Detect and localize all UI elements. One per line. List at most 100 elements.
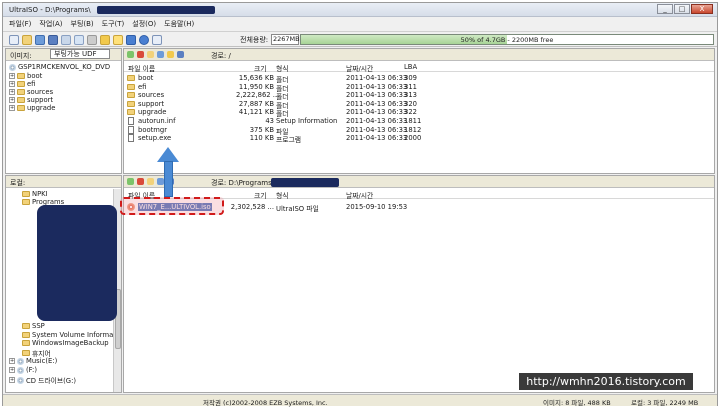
iso-tree-item-label: support xyxy=(27,96,54,104)
new-icon[interactable] xyxy=(9,35,19,45)
local-tree-item[interactable]: System Volume Informa xyxy=(22,331,113,339)
delete-icon[interactable] xyxy=(137,51,144,58)
add-file-icon[interactable] xyxy=(157,51,164,58)
local-add-icon[interactable] xyxy=(157,178,164,185)
expand-icon[interactable]: + xyxy=(9,367,15,373)
arrow-shaft xyxy=(164,161,173,197)
menu-actions[interactable]: 작업(A) xyxy=(39,19,62,29)
expand-icon[interactable]: + xyxy=(9,358,15,364)
table-row[interactable]: autorun.inf 43 Setup Information 2011-04-13… xyxy=(124,117,714,125)
save-as-icon[interactable] xyxy=(48,35,58,45)
local-tree-item[interactable]: + (F:) xyxy=(9,366,37,374)
table-row[interactable]: bootmgr 375 KB 파일 2011-04-13 06:33 1812 xyxy=(124,125,714,136)
extract-to-icon[interactable] xyxy=(167,51,174,58)
folder-icon xyxy=(127,83,135,90)
iso-tree-item[interactable]: + support xyxy=(9,96,53,104)
expand-icon[interactable]: + xyxy=(9,97,15,103)
cell-lba: 309 xyxy=(404,74,417,82)
local-col-size[interactable]: 크기 xyxy=(254,190,267,200)
local-tree-item[interactable]: NPKI xyxy=(22,190,48,198)
iso-tree-root[interactable]: GSP1RMCKENVOL_KO_DVD xyxy=(9,63,110,71)
cell-type: 프로그램 xyxy=(276,136,302,145)
toolbar: 전체용량: 2267MB 50% of 4.7GB - 2200MB free xyxy=(3,31,717,47)
col-lba[interactable]: LBA xyxy=(404,63,417,71)
local-tree-item[interactable]: + CD 드라이브(G:) xyxy=(9,375,76,385)
table-row[interactable]: upgrade 41,121 KB 폴더 2011-04-13 06:33 322 xyxy=(124,108,714,118)
cell-size: 110 KB xyxy=(249,134,274,143)
cell-name: efi xyxy=(138,82,147,91)
local-delete-icon[interactable] xyxy=(137,178,144,185)
about-icon[interactable] xyxy=(152,35,162,45)
properties-icon[interactable] xyxy=(74,35,84,45)
drive-icon xyxy=(17,376,24,384)
menu-file[interactable]: 파일(F) xyxy=(9,19,31,29)
iso-tree-item[interactable]: + efi xyxy=(9,80,35,88)
iso-tree-header: 이미지: 부팅가능 UDF xyxy=(6,49,121,61)
cell-date: 2015-09-10 19:53 xyxy=(346,203,408,211)
expand-icon[interactable]: + xyxy=(9,81,15,87)
folder-icon xyxy=(17,73,25,79)
cell-size: 41,121 KB xyxy=(238,108,274,117)
virtual-drive-icon[interactable] xyxy=(126,35,136,45)
compress-icon[interactable] xyxy=(87,35,97,45)
cell-lba: 1811 xyxy=(404,117,422,125)
local-new-folder-icon[interactable] xyxy=(147,178,154,185)
cell-lba: 311 xyxy=(404,82,417,91)
folder-icon xyxy=(22,340,30,346)
menu-options[interactable]: 설정(O) xyxy=(132,19,156,29)
table-row[interactable]: setup.exe 110 KB 프로그램 2011-04-13 06:33 2000 xyxy=(124,134,714,145)
burn-icon[interactable] xyxy=(100,35,110,45)
view-icon[interactable] xyxy=(177,51,184,58)
expand-icon[interactable]: + xyxy=(9,105,15,111)
save-icon[interactable] xyxy=(35,35,45,45)
menu-bootable[interactable]: 부팅(B) xyxy=(71,19,94,29)
table-row[interactable]: boot 15,636 KB 폴더 2011-04-13 06:33 309 xyxy=(124,74,714,84)
table-row[interactable]: efi 11,950 KB 폴더 2011-04-13 06:33 311 xyxy=(124,82,714,93)
local-col-date[interactable]: 날짜/시간 xyxy=(346,190,373,200)
up-icon[interactable] xyxy=(127,51,134,58)
col-date[interactable]: 날짜/시간 xyxy=(346,63,373,73)
maximize-button[interactable]: □ xyxy=(674,4,690,14)
open-icon[interactable] xyxy=(22,35,32,45)
cell-type: UltraISO 파일 xyxy=(276,205,319,213)
col-type[interactable]: 형식 xyxy=(276,63,289,73)
local-tree-item[interactable]: SSP xyxy=(22,322,45,330)
local-col-type[interactable]: 형식 xyxy=(276,190,289,200)
expand-icon[interactable]: + xyxy=(9,73,15,79)
table-row[interactable]: sources 2,222,862 ... 폴더 2011-04-13 06:33 31… xyxy=(124,91,714,101)
mount-icon[interactable] xyxy=(113,35,123,45)
iso-tree-item[interactable]: + upgrade xyxy=(9,104,55,112)
expand-icon[interactable]: + xyxy=(9,89,15,95)
cell-size: 27,887 KB xyxy=(238,99,274,108)
cell-size: 375 KB xyxy=(249,125,274,134)
local-tree-item[interactable]: + Music(E:) xyxy=(9,357,57,365)
window-title: UltraISO - D:\Programs\ xyxy=(9,6,91,14)
cell-type: Setup Information xyxy=(276,117,338,125)
local-up-icon[interactable] xyxy=(127,178,134,185)
col-name[interactable]: 파일 이름 xyxy=(128,63,155,73)
new-folder-icon[interactable] xyxy=(147,51,154,58)
cell-size: 43 xyxy=(265,117,274,125)
menu-tools[interactable]: 도구(T) xyxy=(102,19,125,29)
cell-name: sources xyxy=(138,91,165,100)
cell-date: 2011-04-13 06:33 xyxy=(346,74,408,82)
expand-icon[interactable]: + xyxy=(9,377,15,383)
col-size[interactable]: 크기 xyxy=(254,63,267,73)
status-bar: 저작권 (c)2002-2008 EZB Systems, Inc. 이미지: … xyxy=(3,394,717,407)
cell-date: 2011-04-13 06:33 xyxy=(346,99,408,108)
minimize-button[interactable]: _ xyxy=(657,4,673,14)
extract-icon[interactable] xyxy=(61,35,71,45)
close-button[interactable]: X xyxy=(691,4,713,14)
local-tree-item[interactable]: WindowsImageBackup xyxy=(22,339,109,347)
cell-name: setup.exe xyxy=(138,134,172,143)
iso-tree-item[interactable]: + boot xyxy=(9,72,42,80)
iso-tree-item[interactable]: + sources xyxy=(9,88,53,96)
local-tree-item-label: System Volume Informa xyxy=(32,331,114,339)
local-label: 로컬: xyxy=(10,179,26,187)
file-icon xyxy=(128,125,134,134)
table-row[interactable]: support 27,887 KB 폴더 2011-04-13 06:33 320 xyxy=(124,99,714,110)
help-icon[interactable] xyxy=(139,35,149,45)
cell-date: 2011-04-13 06:33 xyxy=(346,82,408,91)
menu-help[interactable]: 도움말(H) xyxy=(164,19,194,29)
image-type-select[interactable]: 부팅가능 UDF xyxy=(50,49,110,59)
